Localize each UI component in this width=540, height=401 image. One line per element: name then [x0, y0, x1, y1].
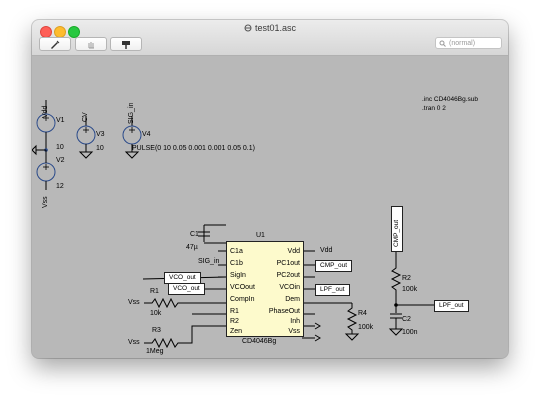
probe-icon: [122, 40, 130, 49]
chip-pin-c1b: C1b: [230, 260, 243, 267]
window-title: test01.asc: [32, 23, 508, 33]
chip-pin-r2: R2: [230, 318, 239, 325]
search-placeholder: (normal): [449, 39, 476, 47]
directive-tran[interactable]: .tran 0 2: [422, 105, 446, 113]
v4-name[interactable]: V4: [142, 131, 151, 139]
chip-pin-r1: R1: [230, 308, 239, 315]
chip-pin-pc2out: PC2out: [276, 272, 300, 279]
c2-name[interactable]: C2: [402, 316, 411, 324]
probe-tool-button[interactable]: [110, 37, 142, 51]
v2-name[interactable]: V2: [56, 157, 65, 165]
chip-pin-phaseout: PhaseOut: [268, 308, 300, 315]
c2-value[interactable]: 100n: [402, 329, 418, 337]
r2-value[interactable]: 100k: [402, 286, 417, 294]
chip-pin-vcoin: VCOin: [279, 284, 300, 291]
chip-pin-vss: Vss: [288, 328, 300, 335]
r3-vss-label: Vss: [128, 339, 140, 346]
v1-name[interactable]: V1: [56, 117, 65, 125]
vco-out-flag-b[interactable]: VCO_out: [168, 283, 205, 295]
search-icon: [439, 40, 446, 47]
drag-tool-button[interactable]: [75, 37, 107, 51]
v1-net-label: Vdd: [42, 105, 49, 118]
r1-name[interactable]: R1: [150, 288, 159, 296]
window-title-text: test01.asc: [254, 23, 297, 33]
r4-value[interactable]: 100k: [358, 324, 373, 332]
pencil-icon: [51, 40, 60, 49]
sig-in-net-label: SIG_in: [198, 258, 220, 265]
chip-pin-zen: Zen: [230, 328, 243, 335]
r4-name[interactable]: R4: [358, 310, 367, 318]
chip-pin-sigin: SigIn: [230, 272, 246, 279]
vdd-net-label: Vdd: [320, 247, 333, 254]
chip-pin-vcoout: VCOout: [230, 284, 255, 291]
chip-pin-vdd: Vdd: [287, 248, 300, 255]
v2-net-label: Vss: [42, 196, 49, 208]
cmp-out-flag-a[interactable]: CMP_out: [315, 260, 353, 272]
v4-value[interactable]: PULSE(0 10 0.05 0.001 0.001 0.05 0.1): [132, 145, 255, 153]
chip-pin-pc1out: PC1out: [276, 260, 300, 267]
lpf-out-flag-b[interactable]: LPF_out: [434, 300, 469, 312]
v2-value[interactable]: 12: [56, 183, 64, 191]
v3-net-label: CV: [82, 112, 89, 122]
r1-vss-label: Vss: [128, 299, 140, 306]
r2-name[interactable]: R2: [402, 275, 411, 283]
cd4046-chip[interactable]: C1a C1b SigIn VCOout CompIn R1 R2 Zen Vd…: [226, 241, 304, 337]
ltspice-window: test01.asc (normal) .inc CD4046Bg.sub .t…: [32, 20, 508, 358]
wire-tool-button[interactable]: [39, 37, 71, 51]
c1-name[interactable]: C1: [190, 231, 199, 239]
schematic-canvas[interactable]: .inc CD4046Bg.sub .tran 0 2 Vdd V1 10 V2…: [32, 56, 508, 358]
c1-value[interactable]: 47µ: [186, 244, 198, 252]
v4-net-label: SIG_in: [128, 102, 135, 124]
search-field[interactable]: (normal): [435, 37, 502, 49]
v1-value[interactable]: 10: [56, 144, 64, 152]
lpf-out-flag-a[interactable]: LPF_out: [315, 284, 350, 296]
directive-include[interactable]: .inc CD4046Bg.sub: [422, 96, 478, 104]
chip-pin-dem: Dem: [285, 296, 300, 303]
chip-pin-c1a: C1a: [230, 248, 243, 255]
cmp-out-flag-b[interactable]: CMP_out: [391, 206, 403, 252]
r3-name[interactable]: R3: [152, 327, 161, 335]
chip-pin-compin: CompIn: [230, 296, 255, 303]
u1-ref[interactable]: U1: [256, 232, 265, 240]
schematic-doc-icon: [244, 24, 252, 32]
r3-value[interactable]: 1Meg: [146, 348, 164, 356]
chip-pin-inh: Inh: [290, 318, 300, 325]
u1-model[interactable]: CD4046Bg: [242, 338, 276, 346]
v3-value[interactable]: 10: [96, 145, 104, 153]
hand-icon: [88, 41, 94, 48]
r1-value[interactable]: 10k: [150, 310, 161, 318]
v3-name[interactable]: V3: [96, 131, 105, 139]
title-bar: test01.asc (normal): [32, 20, 508, 56]
